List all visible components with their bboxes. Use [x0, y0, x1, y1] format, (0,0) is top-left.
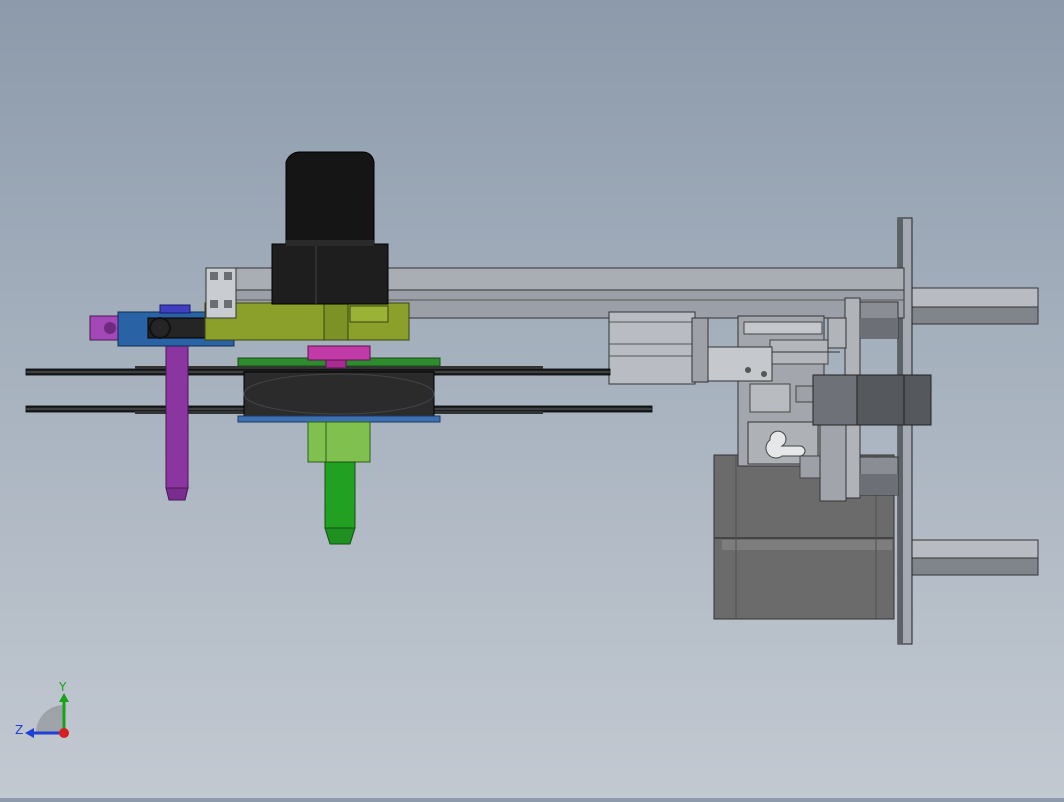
- cylinder-end-cap: [691, 317, 709, 383]
- assembly-model-view[interactable]: Y Z: [0, 0, 1064, 798]
- arm-top-cap: [159, 304, 191, 314]
- lower-bearing-shade: [860, 474, 898, 495]
- purple-shaft-group[interactable]: [165, 341, 189, 501]
- motor-can[interactable]: [285, 151, 375, 245]
- olive-block-divider: [323, 302, 349, 341]
- pneumatic-cylinder[interactable]: [608, 311, 696, 385]
- z-axis-label: Z: [15, 723, 23, 737]
- purple-shaft[interactable]: [165, 341, 189, 489]
- bracket-top-bar: [743, 321, 823, 335]
- motor-gearhead[interactable]: [271, 243, 389, 305]
- arm-rod[interactable]: [147, 317, 215, 339]
- green-spindle-shaft[interactable]: [324, 461, 356, 529]
- right-frame-group[interactable]: [897, 217, 1039, 645]
- clip-slot-2: [224, 272, 232, 280]
- mechanism-foot: [799, 455, 821, 479]
- gearbox-group[interactable]: [812, 374, 932, 426]
- right-upper-extrusion-shade: [909, 306, 1039, 325]
- clip-slot-3: [210, 300, 218, 308]
- green-spindle-group[interactable]: [307, 421, 371, 545]
- mount-bolt: [745, 367, 751, 373]
- hub-drum[interactable]: [243, 371, 435, 417]
- olive-block-tab: [349, 305, 389, 323]
- cad-graphics-viewport[interactable]: Y Z: [0, 0, 1064, 798]
- right-lower-extrusion-shade: [909, 557, 1039, 576]
- hub-blue-ring[interactable]: [237, 415, 441, 423]
- upper-bearing-shade: [860, 318, 898, 338]
- triad-origin-icon: [59, 728, 69, 738]
- upper-clamp: [827, 317, 847, 349]
- slider-block: [749, 383, 791, 413]
- side-plate: [819, 424, 847, 502]
- magenta-coupler[interactable]: [307, 345, 371, 361]
- top-motor-group[interactable]: [271, 151, 389, 305]
- triad-plane-icon: [36, 705, 64, 733]
- z-axis-arrow-icon: [25, 728, 34, 738]
- motor-can-band: [286, 240, 374, 246]
- coordinate-triad: Y Z: [15, 680, 69, 738]
- green-spindle-tip: [324, 527, 356, 545]
- clip-slot: [210, 272, 218, 280]
- clip-slot-4: [224, 300, 232, 308]
- motor-band: [722, 540, 892, 550]
- end-block-bolt: [104, 322, 116, 334]
- green-spindle-collar[interactable]: [307, 421, 371, 463]
- profile-clip-group[interactable]: [205, 267, 237, 319]
- purple-shaft-tip: [165, 487, 189, 501]
- gearbox-flange: [812, 374, 858, 426]
- y-axis-arrow-icon: [59, 693, 69, 702]
- mount-bolt-2: [761, 371, 767, 377]
- y-axis-label: Y: [58, 680, 67, 694]
- coupler-stem: [325, 359, 347, 369]
